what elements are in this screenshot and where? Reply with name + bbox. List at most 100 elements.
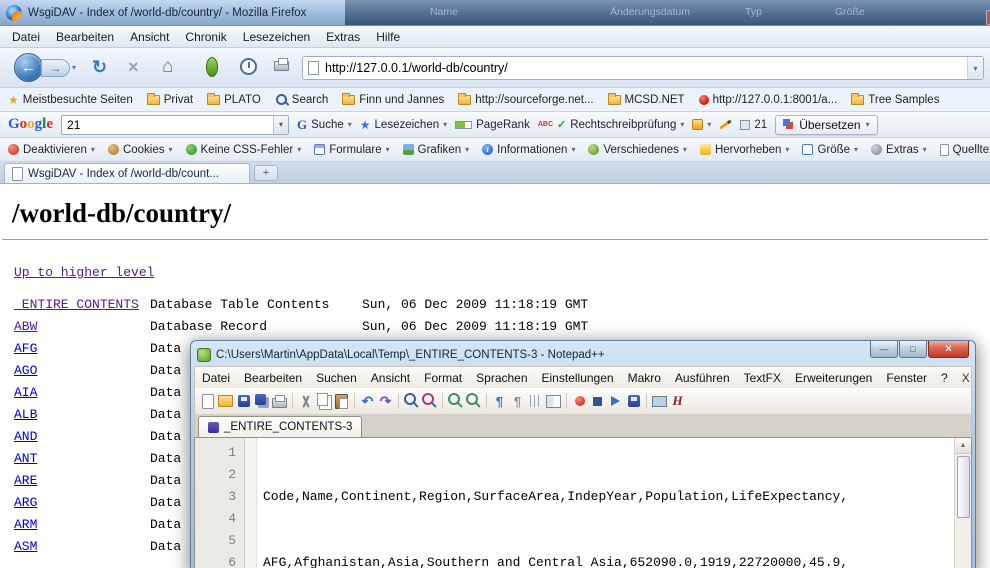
menu-extras[interactable]: Extras bbox=[318, 30, 368, 44]
editor[interactable]: 1 2 3 4 5 6 Code,Name,Continent,Region,S… bbox=[194, 437, 972, 568]
save-all-icon[interactable] bbox=[253, 393, 270, 410]
zoom-in-icon[interactable] bbox=[447, 393, 464, 410]
bookmark-mcsd[interactable]: MCSD.NET bbox=[608, 94, 685, 106]
find-icon[interactable] bbox=[403, 393, 420, 410]
record-macro-icon[interactable] bbox=[571, 393, 588, 410]
save-macro-icon[interactable] bbox=[625, 393, 642, 410]
find-replace-icon[interactable] bbox=[421, 393, 438, 410]
npp-menu-format[interactable]: Format bbox=[417, 371, 469, 385]
word-wrap-icon[interactable]: ¶ bbox=[491, 393, 508, 410]
webdev-css[interactable]: Keine CSS-Fehler▾ bbox=[186, 144, 302, 156]
menu-bearbeiten[interactable]: Bearbeiten bbox=[48, 30, 122, 44]
google-search-button[interactable]: GSuche▾ bbox=[297, 117, 352, 133]
notepad-window[interactable]: C:\Users\Martin\AppData\Local\Temp\_ENTI… bbox=[190, 340, 976, 568]
forward-button[interactable]: → bbox=[41, 59, 70, 77]
menu-datei[interactable]: Datei bbox=[4, 30, 48, 44]
npp-menu-bearbeiten[interactable]: Bearbeiten bbox=[237, 371, 309, 385]
npp-menu-ansicht[interactable]: Ansicht bbox=[364, 371, 417, 385]
entry-link[interactable]: AGO bbox=[14, 363, 37, 378]
show-all-characters-icon[interactable]: ¶ bbox=[509, 393, 526, 410]
undo-icon[interactable]: ↶ bbox=[359, 393, 376, 410]
entry-link[interactable]: ANT bbox=[14, 451, 37, 466]
webdev-informationen[interactable]: iInformationen▾ bbox=[482, 144, 575, 156]
url-dropdown-icon[interactable]: ▾ bbox=[967, 57, 983, 79]
fullscreen-icon[interactable] bbox=[651, 393, 668, 410]
print-button[interactable] bbox=[274, 61, 289, 71]
history-dropdown-icon[interactable]: ▾ bbox=[72, 63, 76, 72]
bookmark-privat[interactable]: Privat bbox=[147, 94, 193, 106]
editor-text[interactable]: Code,Name,Continent,Region,SurfaceArea,I… bbox=[257, 438, 954, 568]
entry-link[interactable]: ARG bbox=[14, 495, 37, 510]
entry-link[interactable]: ARE bbox=[14, 473, 37, 488]
stop-macro-icon[interactable] bbox=[589, 393, 606, 410]
scrollbar-thumb[interactable] bbox=[957, 456, 970, 518]
entry-link[interactable]: ABW bbox=[14, 319, 37, 334]
print-icon[interactable] bbox=[271, 393, 288, 410]
bookmark-sourceforge[interactable]: http://sourceforge.net... bbox=[458, 94, 593, 106]
translate-button[interactable]: Übersetzen▾ bbox=[775, 115, 877, 135]
entry-link[interactable]: AND bbox=[14, 429, 37, 444]
zoom-out-icon[interactable] bbox=[465, 393, 482, 410]
stop-button[interactable]: × bbox=[128, 57, 139, 78]
entry-link[interactable]: ALB bbox=[14, 407, 37, 422]
scroll-up-icon[interactable]: ▲ bbox=[955, 438, 971, 454]
webdev-groesse[interactable]: Größe▾ bbox=[802, 144, 858, 156]
home-button[interactable]: ⌂ bbox=[162, 56, 173, 78]
spellcheck-button[interactable]: ABC✓Rechtschreibprüfung▾ bbox=[538, 118, 685, 131]
menu-ansicht[interactable]: Ansicht bbox=[122, 30, 177, 44]
highlighter-button[interactable] bbox=[719, 123, 732, 126]
menu-hilfe[interactable]: Hilfe bbox=[368, 30, 408, 44]
npp-menu-sprachen[interactable]: Sprachen bbox=[469, 371, 534, 385]
webdev-deaktivieren[interactable]: Deaktivieren▾ bbox=[8, 144, 95, 156]
url-bar[interactable]: http://127.0.0.1/world-db/country/ ▾ bbox=[302, 56, 984, 80]
npp-menu-textfx[interactable]: TextFX bbox=[737, 371, 788, 385]
entry-link[interactable]: AIA bbox=[14, 385, 37, 400]
bookmark-tree-samples[interactable]: Tree Samples bbox=[851, 94, 939, 106]
minimize-button[interactable]: — bbox=[870, 341, 898, 358]
webdev-formulare[interactable]: Formulare▾ bbox=[314, 144, 389, 156]
npp-menu-close-doc[interactable]: X bbox=[955, 371, 981, 385]
npp-menu-erweiterungen[interactable]: Erweiterungen bbox=[788, 371, 879, 385]
npp-menu-fenster[interactable]: Fenster bbox=[879, 371, 934, 385]
webdev-cookies[interactable]: Cookies▾ bbox=[108, 144, 173, 156]
open-file-icon[interactable] bbox=[217, 393, 234, 410]
google-search-input[interactable]: 21 bbox=[62, 118, 273, 132]
history-clock-icon[interactable] bbox=[240, 58, 257, 75]
entry-link[interactable]: AFG bbox=[14, 341, 37, 356]
npp-menu-suchen[interactable]: Suchen bbox=[309, 371, 364, 385]
new-tab-button[interactable]: + bbox=[254, 165, 278, 181]
maximize-button[interactable]: □ bbox=[899, 341, 927, 358]
entry-link[interactable]: ASM bbox=[14, 539, 37, 554]
npp-menu-datei[interactable]: Datei bbox=[195, 371, 237, 385]
npp-menu-einstellungen[interactable]: Einstellungen bbox=[535, 371, 621, 385]
webdev-quelltext[interactable]: Quelltext bbox=[940, 144, 990, 156]
counter-widget[interactable]: 21 bbox=[740, 119, 767, 131]
autofill-button[interactable]: ▾ bbox=[692, 119, 711, 130]
close-button[interactable]: × bbox=[928, 341, 969, 358]
redo-icon[interactable]: ↷ bbox=[377, 393, 394, 410]
close-button[interactable]: × bbox=[986, 10, 990, 25]
notepad-titlebar[interactable]: C:\Users\Martin\AppData\Local\Temp\_ENTI… bbox=[194, 344, 972, 366]
copy-icon[interactable] bbox=[315, 393, 332, 410]
tab-wsgidav[interactable]: WsgiDAV - Index of /world-db/count... bbox=[4, 163, 250, 183]
search-dropdown-icon[interactable]: ▾ bbox=[273, 116, 288, 134]
new-file-icon[interactable] bbox=[199, 393, 216, 410]
cut-icon[interactable] bbox=[297, 393, 314, 410]
vertical-scrollbar[interactable]: ▲ bbox=[954, 438, 971, 568]
bookmark-finn-und-jannes[interactable]: Finn und Jannes bbox=[342, 94, 444, 106]
url-input[interactable]: http://127.0.0.1/world-db/country/ bbox=[325, 61, 967, 75]
bookmark-search[interactable]: Search bbox=[275, 93, 328, 106]
webdev-grafiken[interactable]: Grafiken▾ bbox=[403, 144, 469, 156]
save-icon[interactable] bbox=[235, 393, 252, 410]
greasemonkey-icon[interactable] bbox=[206, 57, 218, 77]
menu-chronik[interactable]: Chronik bbox=[177, 30, 234, 44]
google-search-box[interactable]: 21▾ bbox=[61, 115, 289, 135]
up-to-higher-level-link[interactable]: Up to higher level bbox=[14, 265, 154, 280]
reload-button[interactable]: ↻ bbox=[92, 57, 107, 78]
bookmark-localhost-8001[interactable]: http://127.0.0.1:8001/a... bbox=[699, 94, 838, 106]
back-button[interactable]: ← bbox=[14, 53, 43, 82]
menu-lesezeichen[interactable]: Lesezeichen bbox=[235, 30, 318, 44]
webdev-verschiedenes[interactable]: Verschiedenes▾ bbox=[588, 144, 686, 156]
google-bookmarks-button[interactable]: ★Lesezeichen▾ bbox=[360, 118, 447, 132]
split-view-icon[interactable] bbox=[545, 393, 562, 410]
